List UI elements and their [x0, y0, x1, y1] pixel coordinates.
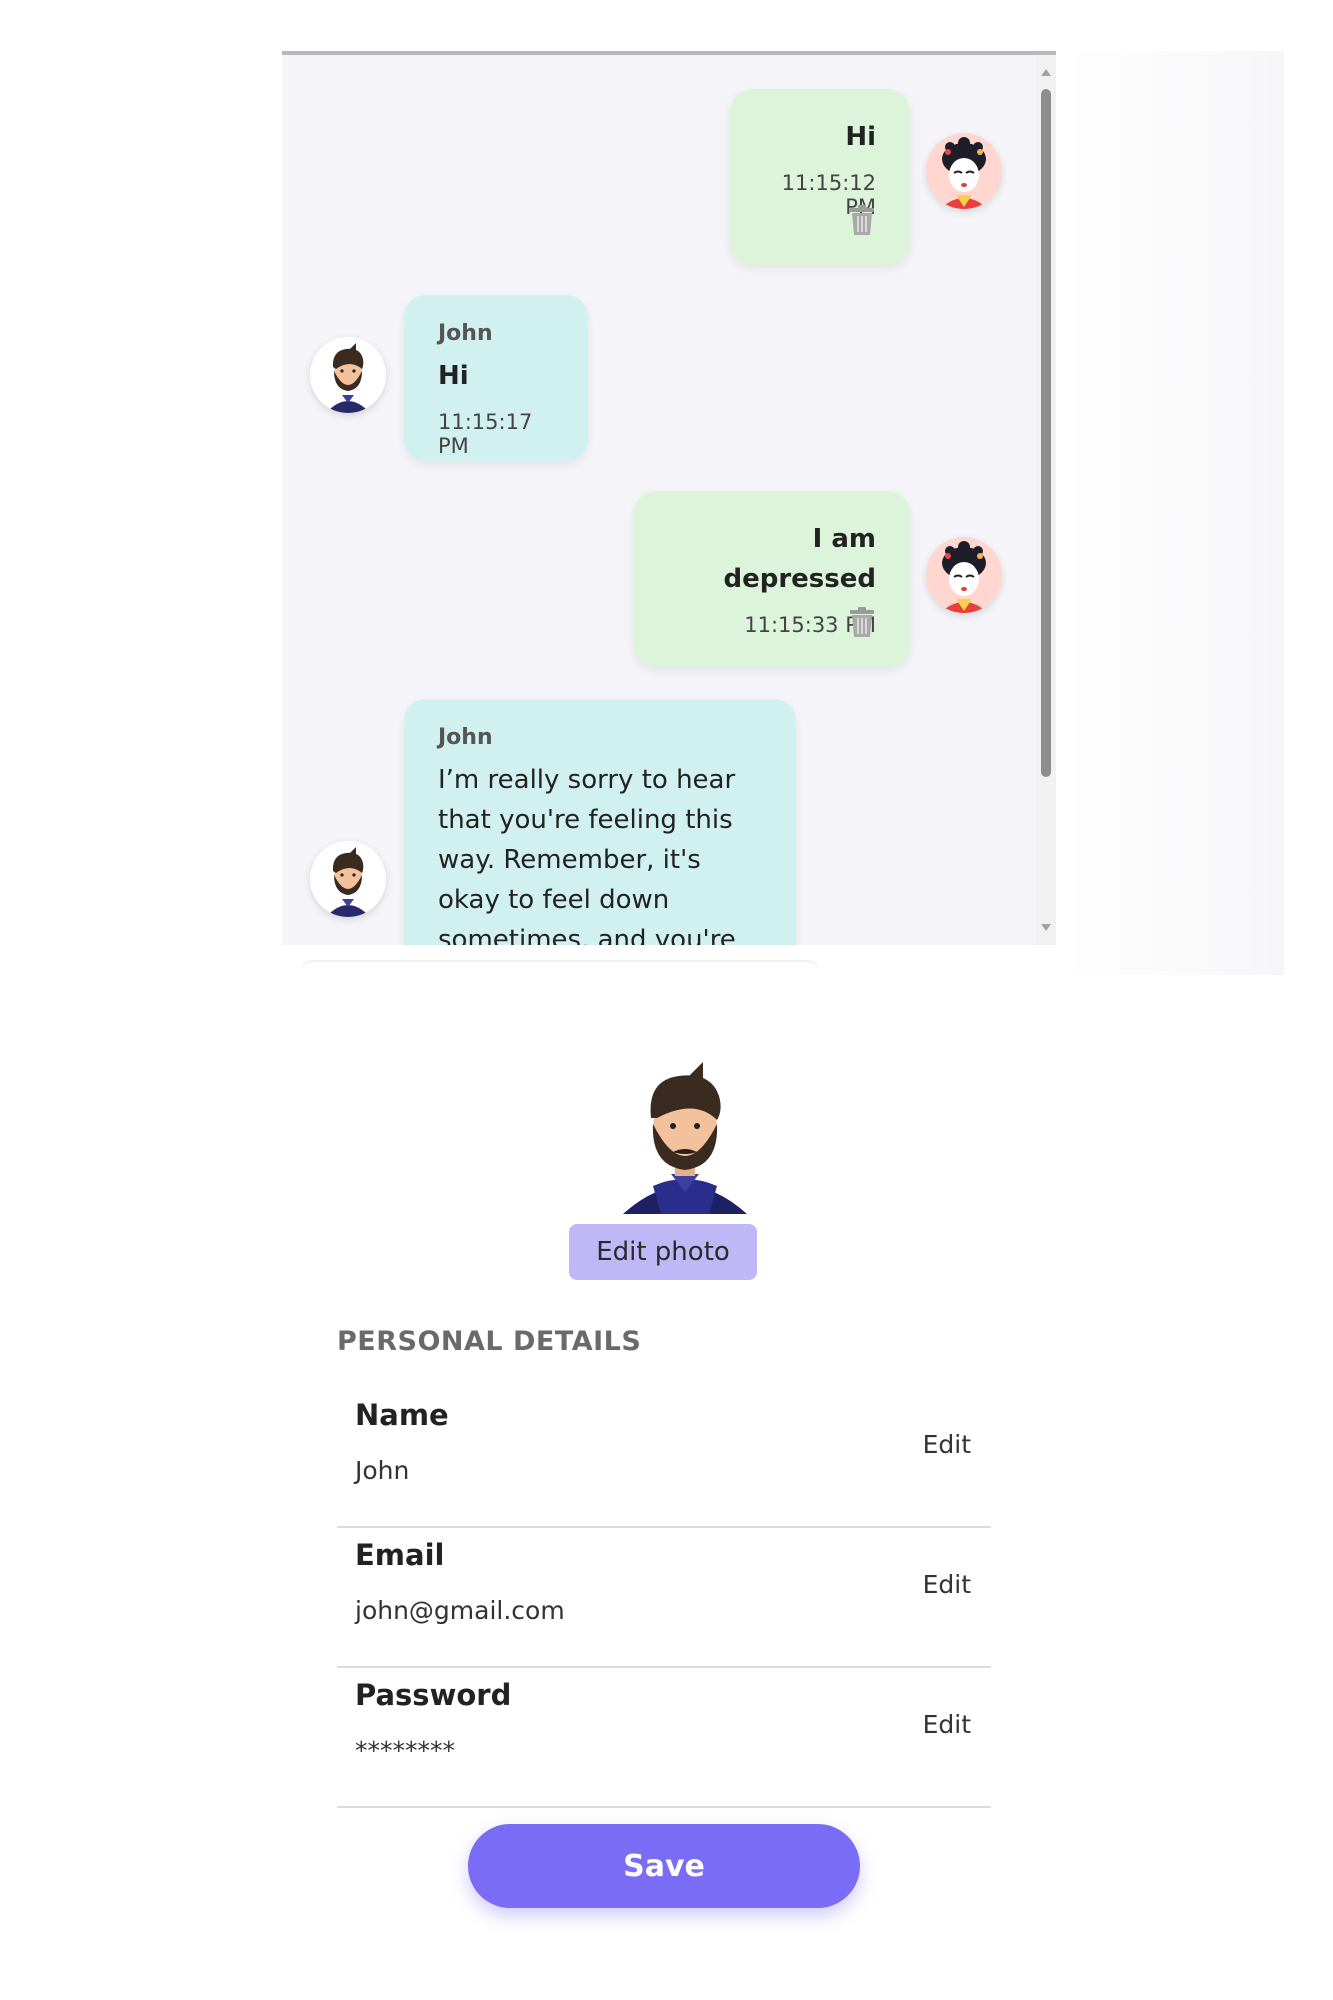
field-value: john@gmail.com [355, 1596, 565, 1625]
side-shade [1066, 51, 1284, 975]
scroll-down-arrow[interactable] [1041, 924, 1051, 931]
message-time: 11:15:17 PM [438, 410, 533, 458]
bearded-man-avatar-icon [310, 337, 386, 413]
my-message-bubble: I am depressed 11:15:33 PM [634, 491, 910, 667]
contact-avatar [310, 337, 386, 413]
geisha-avatar-icon [926, 537, 1002, 613]
message-text: Hi [845, 122, 876, 152]
my-message-bubble: Hi 11:15:12 PM [730, 89, 910, 265]
trash-icon[interactable] [850, 607, 874, 637]
sender-name: John [438, 321, 493, 346]
bearded-man-avatar-icon [310, 841, 386, 917]
contact-message-bubble: John Hi 11:15:17 PM [404, 295, 588, 461]
sender-name: John [438, 725, 493, 750]
chat-window[interactable]: Hi 11:15:12 PM John Hi 11:15:17 PM I am … [282, 51, 1056, 945]
scroll-thumb[interactable] [1041, 89, 1051, 777]
contact-message-bubble: John I’m really sorry to hear that you'r… [404, 699, 796, 945]
field-label: Password [355, 1678, 512, 1712]
save-button[interactable]: Save [468, 1824, 860, 1908]
chat-input-edge [300, 960, 820, 982]
bearded-man-avatar-icon [623, 1062, 747, 1214]
my-avatar [926, 133, 1002, 209]
field-value: John [355, 1456, 410, 1485]
message-text: Hi [438, 361, 469, 391]
edit-name-link[interactable]: Edit [923, 1430, 971, 1459]
edit-password-link[interactable]: Edit [923, 1710, 971, 1739]
section-title: PERSONAL DETAILS [337, 1326, 642, 1357]
email-field: Email john@gmail.com Edit [337, 1528, 991, 1668]
message-text: I’m really sorry to hear that you're fee… [438, 765, 736, 945]
edit-email-link[interactable]: Edit [923, 1570, 971, 1599]
edit-photo-button[interactable]: Edit photo [569, 1224, 757, 1280]
field-label: Email [355, 1538, 445, 1572]
my-avatar [926, 537, 1002, 613]
trash-icon[interactable] [850, 205, 874, 235]
message-time: 11:15:33 PM [744, 613, 876, 637]
message-text: I am depressed [723, 524, 876, 594]
password-field: Password ******** Edit [337, 1668, 991, 1808]
contact-avatar [310, 841, 386, 917]
chat-scrollbar[interactable] [1036, 55, 1056, 945]
profile-avatar [605, 1054, 765, 1214]
geisha-avatar-icon [926, 133, 1002, 209]
field-value: ******** [355, 1736, 455, 1765]
name-field: Name John Edit [337, 1388, 991, 1528]
scroll-up-arrow[interactable] [1041, 69, 1051, 76]
field-label: Name [355, 1398, 449, 1432]
